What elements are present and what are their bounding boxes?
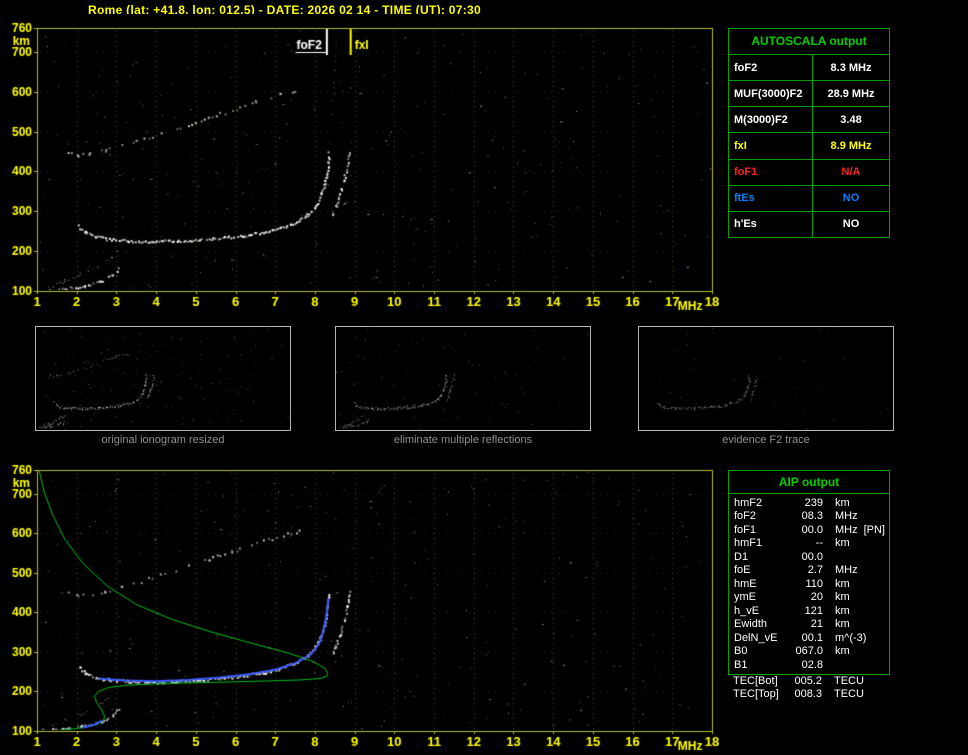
- param-value: 00.1: [801, 631, 823, 644]
- table-row: TEC[Bot] 005.2 TECU: [728, 674, 890, 688]
- aip-rows: hmF2 239 km foF2 08.3 MHz foF1 00.0 MHz [PN] hmF1 -…: [729, 494, 889, 674]
- param-label: foF1: [734, 523, 757, 536]
- tec-rows: TEC[Bot] 005.2 TECU TEC[Top] 008.3 TECU: [728, 674, 890, 701]
- param-label: D1: [734, 550, 749, 563]
- table-row: h_vE 121 km: [729, 604, 889, 618]
- autoscala-screen: Rome (lat: +41.8, lon: 012.5) - DATE: 20…: [0, 0, 968, 755]
- param-label: M(3000)F2: [729, 107, 813, 133]
- param-label: hmF2: [734, 496, 763, 509]
- param-value: 00.0: [801, 550, 823, 563]
- param-label: foF1: [729, 159, 813, 185]
- table-row: foF2 08.3 MHz: [729, 510, 889, 524]
- thumbnail-eliminate-reflections: [335, 326, 591, 431]
- table-row: B0 067.0 km: [729, 645, 889, 659]
- param-unit: km: [835, 604, 850, 617]
- param-unit: TECU: [834, 674, 864, 687]
- param-label: hmF1: [734, 537, 763, 550]
- param-value: 08.3: [801, 510, 823, 523]
- table-row: B1 02.8: [729, 658, 889, 672]
- param-value: 02.8: [801, 658, 823, 671]
- thumbnail-caption-original: original ionogram resized: [101, 434, 225, 446]
- table-row: foE 2.7 MHz: [729, 564, 889, 578]
- param-unit: km: [835, 645, 850, 658]
- autoscala-output-table: AUTOSCALA output foF2 8.3 MHz MUF(3000)F2 2…: [728, 28, 890, 238]
- table-row: foF1 N/A: [729, 159, 889, 186]
- param-unit: km: [835, 496, 850, 509]
- param-label: Ewidth: [734, 618, 768, 631]
- param-label: TEC[Top]: [733, 688, 779, 701]
- param-value: 239: [804, 496, 823, 509]
- param-unit: MHz: [835, 510, 858, 523]
- param-value: 20: [810, 591, 823, 604]
- aip-table-title: AIP output: [729, 471, 889, 494]
- aip-output-table: AIP output hmF2 239 km foF2 08.3 MHz foF1 00.0 M…: [728, 470, 890, 675]
- param-value: 2.7: [807, 564, 823, 577]
- param-value: NO: [842, 192, 860, 205]
- top-ionogram-canvas: [0, 14, 725, 326]
- table-row: Ewidth 21 km: [729, 618, 889, 632]
- param-unit: km: [835, 618, 850, 631]
- param-label: foF2: [734, 510, 757, 523]
- param-value: 8.9 MHz: [830, 139, 872, 152]
- param-value: 005.2: [794, 674, 822, 687]
- param-value: 28.9 MHz: [827, 87, 875, 100]
- param-label: TEC[Bot]: [733, 674, 778, 687]
- param-label: ftEs: [729, 185, 813, 211]
- table-row: MUF(3000)F2 28.9 MHz: [729, 81, 889, 108]
- table-row: hmF2 239 km: [729, 496, 889, 510]
- param-label: h_vE: [734, 604, 760, 617]
- param-label: h'Es: [729, 211, 813, 237]
- param-unit: km: [835, 591, 850, 604]
- autoscala-table-title: AUTOSCALA output: [729, 29, 889, 55]
- thumbnail-original-ionogram: [35, 326, 291, 431]
- param-value: 067.0: [795, 645, 823, 658]
- thumbnail-f2-trace: [638, 326, 894, 431]
- table-row: foF1 00.0 MHz [PN]: [729, 523, 889, 537]
- table-row: DelN_vE 00.1 m^(-3): [729, 631, 889, 645]
- param-note: [PN]: [863, 523, 885, 536]
- param-unit: MHz: [835, 523, 858, 536]
- param-unit: km: [835, 577, 850, 590]
- table-row: foF2 8.3 MHz: [729, 55, 889, 82]
- bottom-ionogram-canvas: [0, 456, 725, 755]
- thumbnail-caption-reflections: eliminate multiple reflections: [393, 434, 533, 446]
- param-label: B1: [734, 658, 748, 671]
- param-unit: TECU: [834, 688, 864, 701]
- table-row: fxI 8.9 MHz: [729, 133, 889, 160]
- table-row: M(3000)F2 3.48: [729, 107, 889, 134]
- param-unit: MHz: [835, 564, 858, 577]
- param-value: N/A: [841, 166, 861, 179]
- param-label: foE: [734, 564, 751, 577]
- table-row: hmF1 -- km: [729, 537, 889, 551]
- param-label: DelN_vE: [734, 631, 778, 644]
- param-value: 8.3 MHz: [830, 61, 872, 74]
- param-value: --: [815, 537, 823, 550]
- param-value: 21: [810, 618, 823, 631]
- thumbnail-caption-f2: evidence F2 trace: [722, 434, 810, 446]
- param-label: MUF(3000)F2: [729, 81, 813, 107]
- param-label: B0: [734, 645, 748, 658]
- param-value: NO: [842, 218, 860, 231]
- table-row: ftEs NO: [729, 185, 889, 212]
- param-value: 110: [805, 577, 823, 590]
- table-row: TEC[Top] 008.3 TECU: [728, 688, 890, 702]
- table-row: h'Es NO: [729, 211, 889, 237]
- param-unit: km: [835, 537, 850, 550]
- param-value: 00.0: [801, 523, 823, 536]
- table-row: ymE 20 km: [729, 591, 889, 605]
- param-label: hmE: [734, 577, 757, 590]
- param-label: fxI: [729, 133, 813, 159]
- param-label: ymE: [734, 591, 756, 604]
- table-row: hmE 110 km: [729, 577, 889, 591]
- param-value: 3.48: [840, 113, 862, 126]
- param-value: 121: [804, 604, 823, 617]
- table-row: D1 00.0: [729, 550, 889, 564]
- param-value: 008.3: [794, 688, 822, 701]
- autoscala-rows: foF2 8.3 MHz MUF(3000)F2 28.9 MHz M(3000)F2 3…: [729, 55, 889, 237]
- param-label: foF2: [729, 55, 813, 81]
- param-unit: m^(-3): [835, 631, 867, 644]
